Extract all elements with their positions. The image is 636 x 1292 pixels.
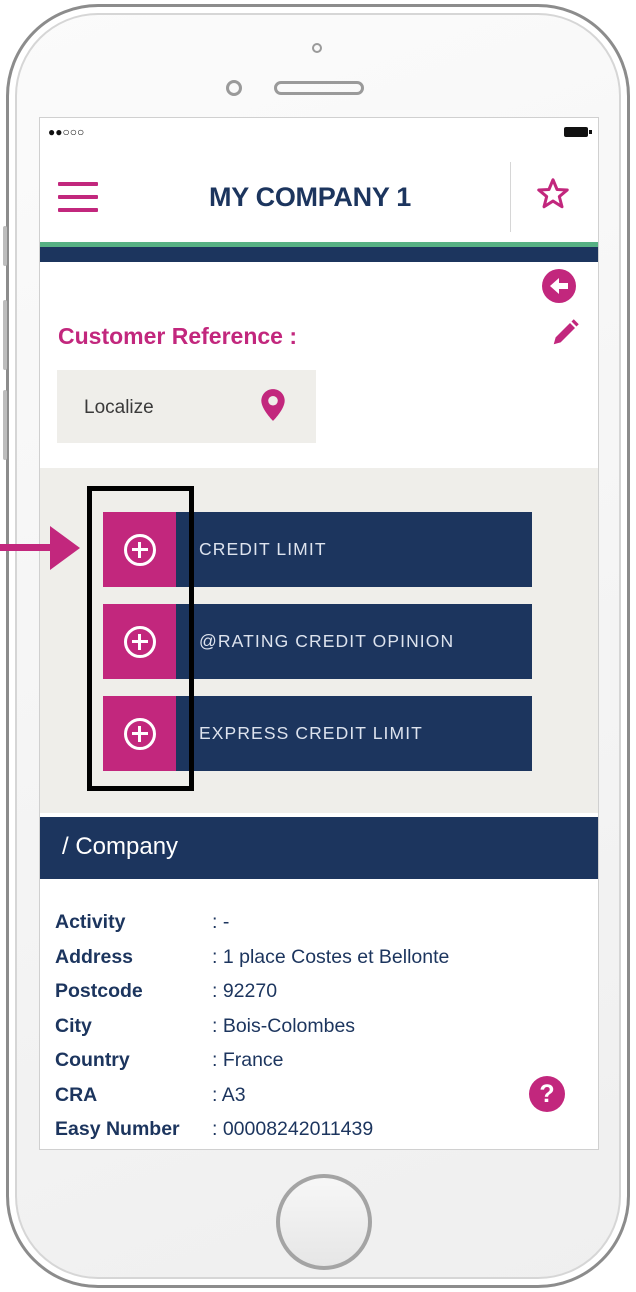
- phone-home-button[interactable]: [276, 1174, 372, 1270]
- edit-pencil-icon[interactable]: [550, 318, 580, 348]
- detail-value: : A3: [212, 1083, 246, 1106]
- company-section-title: / Company: [62, 833, 179, 860]
- header-band: [40, 247, 598, 262]
- phone-camera: [226, 80, 242, 96]
- detail-label: Activity: [55, 911, 126, 933]
- detail-value: : -: [212, 911, 230, 933]
- detail-value: : 92270: [212, 980, 278, 1002]
- detail-label: CRA: [55, 1083, 98, 1106]
- detail-label: Postcode: [55, 980, 143, 1002]
- detail-label: City: [55, 1014, 92, 1037]
- battery-icon: [564, 127, 592, 137]
- phone-side-button: [3, 300, 7, 370]
- phone-side-button: [3, 390, 7, 460]
- detail-label: Country: [55, 1049, 130, 1071]
- detail-value: : 00008242011439: [212, 1118, 374, 1140]
- status-bar: ●●○○○: [40, 118, 598, 146]
- signal-strength-icon: ●●○○○: [48, 125, 85, 139]
- hamburger-menu-icon[interactable]: [58, 182, 98, 212]
- help-icon[interactable]: ?: [529, 1076, 565, 1112]
- customer-reference-label: Customer Reference :: [58, 323, 298, 349]
- phone-sensor: [312, 43, 322, 53]
- favorite-star-icon[interactable]: [535, 176, 571, 212]
- highlight-box: [87, 486, 194, 791]
- detail-value: : 1 place Costes et Bellonte: [212, 945, 450, 968]
- detail-label: Easy Number: [55, 1118, 180, 1140]
- page-title: MY COMPANY 1: [209, 182, 411, 212]
- detail-value: : France: [212, 1049, 284, 1071]
- phone-side-button: [3, 226, 7, 266]
- back-arrow-icon[interactable]: [542, 269, 576, 303]
- action-label: EXPRESS CREDIT LIMIT: [199, 723, 423, 743]
- phone-speaker: [274, 81, 364, 95]
- company-section-header: / Company: [40, 817, 598, 879]
- action-label: CREDIT LIMIT: [199, 539, 327, 559]
- localize-button[interactable]: Localize: [57, 370, 316, 443]
- detail-label: Address: [55, 945, 134, 968]
- pointer-arrow-icon: [0, 544, 56, 551]
- localize-label: Localize: [84, 397, 154, 418]
- app-header: MY COMPANY 1: [40, 156, 598, 242]
- pointer-arrowhead-icon: [50, 526, 80, 570]
- header-divider: [510, 162, 511, 232]
- action-label: @RATING CREDIT OPINION: [199, 631, 455, 651]
- detail-value: : Bois-Colombes: [212, 1014, 356, 1037]
- map-pin-icon: [261, 389, 285, 421]
